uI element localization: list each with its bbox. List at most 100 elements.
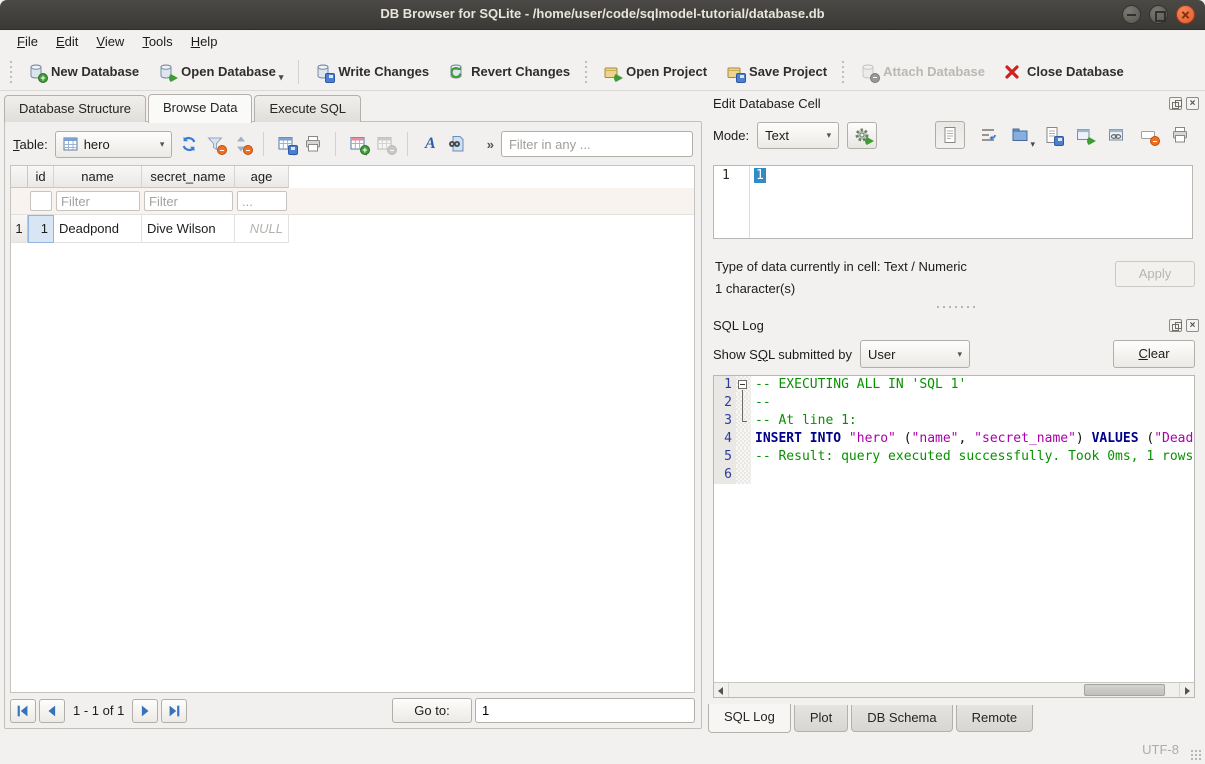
chevron-down-icon[interactable]: ▾ [279, 72, 284, 83]
clear-log-button[interactable]: Clear [1113, 340, 1195, 368]
export-file-icon[interactable] [1043, 126, 1061, 144]
goto-button[interactable]: Go to: [392, 698, 472, 723]
toolbar-overflow-icon[interactable]: » [487, 137, 494, 152]
titlebar[interactable]: DB Browser for SQLite - /home/user/code/… [0, 0, 1205, 30]
tab-remote[interactable]: Remote [956, 705, 1034, 732]
encoding-label[interactable]: UTF-8 [1142, 742, 1179, 757]
set-null-icon[interactable] [1139, 126, 1157, 144]
mode-select[interactable]: Text ▾ [757, 122, 839, 149]
sql-log-line: 2 -- [714, 394, 1194, 412]
open-external-icon[interactable] [1075, 126, 1093, 144]
toolbar-drag-handle[interactable] [840, 60, 846, 84]
clear-filters-button[interactable] [205, 131, 224, 157]
dock-close-icon[interactable]: × [1186, 319, 1199, 332]
first-record-button[interactable] [10, 699, 36, 723]
clear-filter-icon [206, 135, 224, 153]
column-header-name[interactable]: name [54, 166, 142, 188]
maximize-icon[interactable] [1149, 5, 1168, 24]
apply-button[interactable]: Apply [1115, 261, 1195, 287]
open-database-button[interactable]: Open Database ▾ [148, 58, 292, 86]
toolbar-separator [263, 132, 264, 156]
printer-icon [304, 135, 322, 153]
refresh-button[interactable] [179, 131, 198, 157]
browse-data-panel: Table: hero ▾ [4, 121, 702, 729]
write-changes-label: Write Changes [338, 64, 429, 79]
save-table-button[interactable]: ▾ [277, 131, 297, 157]
filter-input-name[interactable] [56, 191, 140, 211]
tab-database-structure[interactable]: Database Structure [4, 95, 146, 122]
filter-input-age[interactable] [237, 191, 287, 211]
tab-db-schema[interactable]: DB Schema [851, 705, 952, 732]
tab-sql-log[interactable]: SQL Log [708, 704, 791, 733]
menu-view[interactable]: View [87, 32, 133, 51]
filter-input-id[interactable] [30, 191, 52, 211]
last-record-button[interactable] [161, 699, 187, 723]
dock-float-icon[interactable] [1169, 319, 1182, 332]
sql-log-dock-titlebar: SQL Log × [713, 315, 1199, 335]
text-mode-button[interactable] [935, 121, 965, 149]
sql-source-select[interactable]: User ▾ [860, 340, 970, 368]
save-project-button[interactable]: Save Project [716, 58, 836, 86]
table-select[interactable]: hero ▾ [55, 131, 173, 158]
revert-changes-button[interactable]: Revert Changes [438, 58, 579, 86]
filter-any-column-input[interactable] [501, 131, 693, 157]
cell-age[interactable]: NULL [235, 215, 289, 243]
word-wrap-icon[interactable] [979, 126, 997, 144]
close-icon[interactable] [1176, 5, 1195, 24]
close-database-button[interactable]: Close Database [994, 58, 1133, 86]
write-changes-button[interactable]: Write Changes [305, 58, 438, 86]
row-header[interactable]: 1 [11, 215, 28, 243]
copy-link-icon[interactable] [1107, 126, 1125, 144]
clear-sorting-button[interactable] [231, 131, 250, 157]
scrollbar-thumb[interactable] [1084, 684, 1166, 696]
tab-execute-sql[interactable]: Execute SQL [254, 95, 361, 122]
cell-id[interactable]: 1 [28, 215, 54, 243]
horizontal-scrollbar[interactable] [714, 682, 1194, 697]
delete-record-button[interactable] [375, 131, 394, 157]
find-in-table-button[interactable] [447, 131, 466, 157]
main-tabbar: Database Structure Browse Data Execute S… [4, 93, 363, 122]
toolbar-separator [407, 132, 408, 156]
filter-input-secret-name[interactable] [144, 191, 233, 211]
insert-record-button[interactable]: + ▾ [349, 131, 369, 157]
column-header-age[interactable]: age [235, 166, 289, 188]
menu-help[interactable]: Help [182, 32, 227, 51]
scroll-right-icon[interactable] [1179, 683, 1194, 697]
next-record-button[interactable] [132, 699, 158, 723]
previous-record-button[interactable] [39, 699, 65, 723]
scroll-left-icon[interactable] [714, 683, 729, 697]
goto-record-input[interactable] [475, 698, 695, 723]
tab-plot[interactable]: Plot [794, 705, 848, 732]
auto-apply-button[interactable] [847, 122, 877, 149]
open-project-button[interactable]: Open Project [593, 58, 716, 86]
cell-editor-value[interactable]: 1 [754, 168, 766, 183]
new-database-button[interactable]: + New Database [18, 58, 148, 86]
cell-secret-name[interactable]: Dive Wilson [142, 215, 235, 243]
minimize-icon[interactable] [1122, 5, 1141, 24]
tab-browse-data[interactable]: Browse Data [148, 94, 252, 123]
toolbar-drag-handle[interactable] [8, 60, 14, 84]
document-icon [941, 126, 959, 144]
dock-close-icon[interactable]: × [1186, 97, 1199, 110]
sql-log-editor[interactable]: 1 -- EXECUTING ALL IN 'SQL 1' 2 -- 3 -- … [713, 375, 1195, 698]
toolbar-drag-handle[interactable] [583, 60, 589, 84]
print-cell-icon[interactable] [1171, 126, 1189, 144]
import-file-icon[interactable]: ▾ [1011, 126, 1029, 144]
dock-float-icon[interactable] [1169, 97, 1182, 110]
data-grid[interactable]: id name secret_name age 1 1 Deadpond Di [10, 165, 695, 693]
edit-cell-dock-titlebar: Edit Database Cell × [713, 93, 1199, 113]
window-controls [1122, 5, 1195, 24]
menu-tools[interactable]: Tools [133, 32, 181, 51]
dock-splitter-handle[interactable] [936, 303, 976, 310]
menu-file[interactable]: File [8, 32, 47, 51]
cell-name[interactable]: Deadpond [54, 215, 142, 243]
print-button[interactable] [303, 131, 322, 157]
attach-database-button[interactable]: Attach Database [850, 58, 994, 86]
column-header-id[interactable]: id [28, 166, 54, 188]
menu-edit[interactable]: Edit [47, 32, 87, 51]
column-header-secret-name[interactable]: secret_name [142, 166, 235, 188]
cell-editor[interactable]: 1 1 [713, 165, 1193, 239]
edit-display-format-button[interactable]: A [421, 131, 440, 157]
fold-marker-icon [738, 380, 747, 389]
resize-grip[interactable] [1190, 749, 1203, 762]
